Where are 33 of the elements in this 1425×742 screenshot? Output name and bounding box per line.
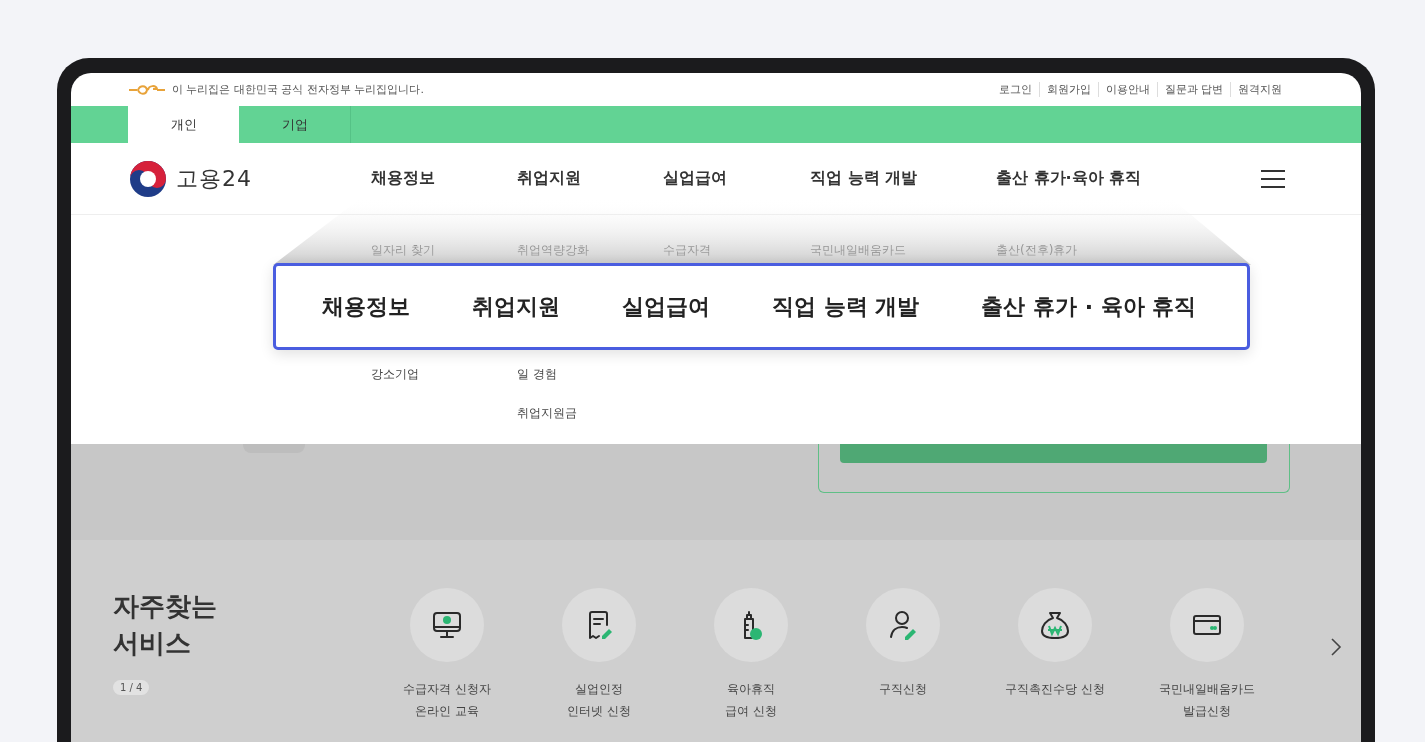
service-label[interactable]: 구직촉진수당 신청 <box>1005 678 1105 700</box>
service-label[interactable]: 구직신청 <box>879 678 927 700</box>
nav-menu-item[interactable]: 채용정보 <box>371 168 517 189</box>
page-indicator: 1 / 4 <box>113 680 150 695</box>
menu-icon[interactable] <box>1259 167 1287 190</box>
callout-menu-item[interactable]: 채용정보 <box>322 291 410 322</box>
user-type-tab[interactable]: 기업 <box>239 106 351 143</box>
callout-menu-item[interactable]: 취업지원 <box>472 291 560 322</box>
service-label[interactable]: 국민내일배움카드 발급신청 <box>1159 678 1255 722</box>
utility-link[interactable]: 원격지원 <box>1230 82 1289 97</box>
gov-banner-text: 이 누리집은 대한민국 공식 전자정부 누리집입니다. <box>172 82 425 97</box>
submenu-item[interactable]: 일 경험 <box>517 367 557 381</box>
service-label[interactable]: 실업인정 인터넷 신청 <box>567 678 631 722</box>
utility-link[interactable]: 회원가입 <box>1038 82 1098 97</box>
utility-link[interactable]: 이용안내 <box>1097 82 1157 97</box>
utility-link[interactable]: 질문과 답변 <box>1156 82 1230 97</box>
taegeuk-logo-icon <box>128 158 168 199</box>
nav-menu-item[interactable]: 직업 능력 개발 <box>810 168 996 189</box>
nav-menu-item[interactable]: 취업지원 <box>517 168 663 189</box>
user-type-tab[interactable]: 개인 <box>128 106 239 143</box>
submenu-item[interactable]: 강소기업 <box>371 367 419 381</box>
nav-menu-item[interactable]: 실업급여 <box>663 168 810 189</box>
nav-menu-item[interactable]: 출산 휴가·육아 휴직 <box>996 168 1259 189</box>
utility-link[interactable]: 로그인 <box>991 82 1039 97</box>
callout-menu-item[interactable]: 출산 휴가 · 육아 휴직 <box>981 291 1197 322</box>
callout-menu-item[interactable]: 직업 능력 개발 <box>772 291 920 322</box>
eg-logo-icon <box>128 82 166 97</box>
submenu-item[interactable]: 취업지원금 <box>517 406 577 420</box>
service-label[interactable]: 육아휴직 급여 신청 <box>725 678 777 722</box>
callout-menu-item[interactable]: 실업급여 <box>622 291 710 322</box>
logo-text: 고용24 <box>176 164 252 193</box>
section-title: 자주찾는 서비스 <box>113 590 217 660</box>
service-label[interactable]: 수급자격 신청자 온라인 교육 <box>403 678 491 722</box>
